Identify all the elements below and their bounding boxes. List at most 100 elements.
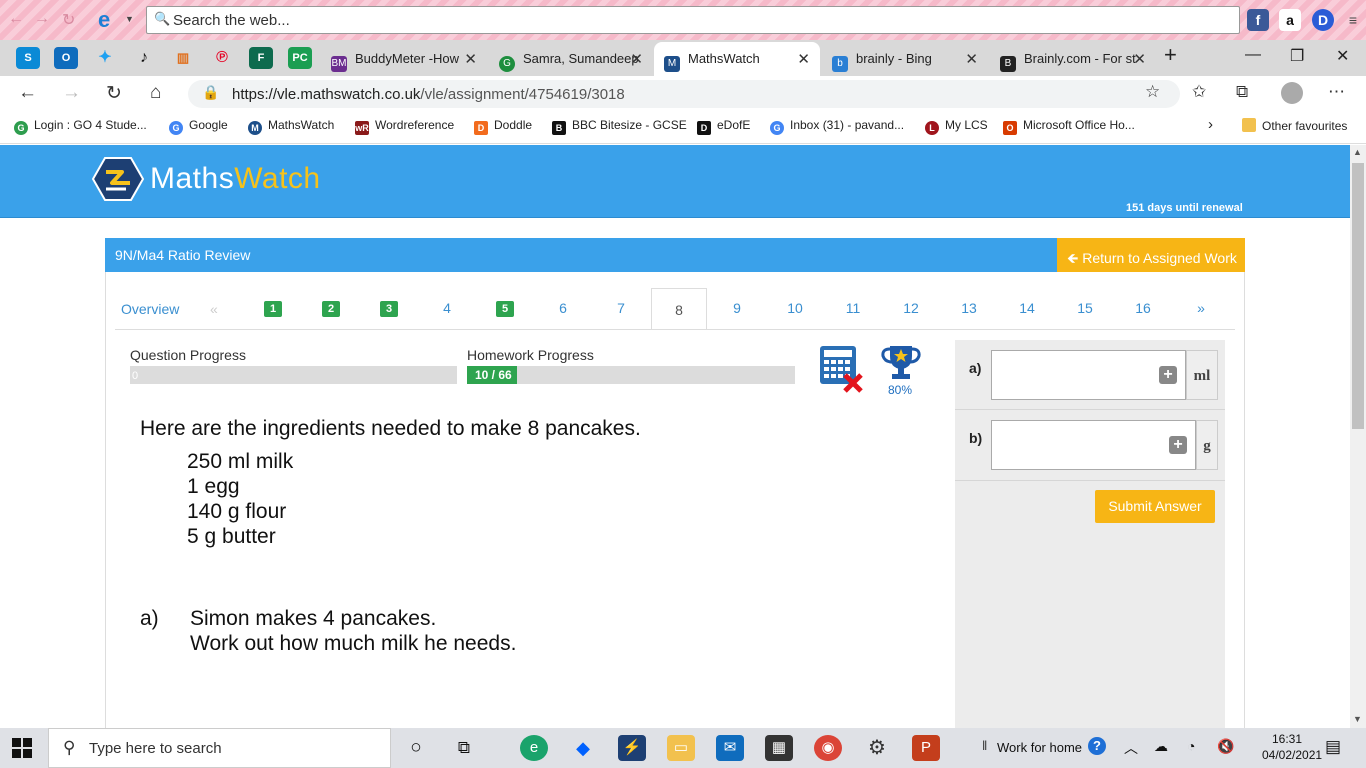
web-search-input[interactable]: 🔍 Search the web... <box>146 6 1240 34</box>
fav-google[interactable]: G Google <box>169 118 228 135</box>
pinned-chart-icon[interactable]: ▥ <box>171 47 195 69</box>
close-icon[interactable]: ✕ <box>1133 50 1146 68</box>
fav-doddle[interactable]: D Doddle <box>474 118 532 135</box>
question-link-8-active[interactable]: 8 <box>651 288 707 330</box>
question-link-11[interactable]: 11 <box>833 300 873 316</box>
question-link-4[interactable]: 4 <box>427 300 467 316</box>
close-icon[interactable]: ✕ <box>965 50 978 68</box>
taskbar-clock[interactable]: 16:31 04/02/2021 <box>1262 731 1322 763</box>
scrollbar-thumb[interactable] <box>1352 163 1364 429</box>
dropbox-icon[interactable]: ◆ <box>569 735 597 761</box>
more-icon[interactable]: ⋯ <box>1328 82 1345 102</box>
other-favourites[interactable]: Other favourites <box>1242 118 1347 133</box>
home-icon[interactable]: ⌂ <box>150 82 161 104</box>
refresh-icon[interactable]: ↻ <box>62 10 75 30</box>
wifi-icon[interactable]: ◔ <box>1187 738 1195 754</box>
tab-buddymeter[interactable]: BM BuddyMeter -How ✕ <box>321 42 487 76</box>
chevron-down-icon[interactable]: ▼ <box>125 14 134 24</box>
question-link-2[interactable]: 2 <box>322 301 340 317</box>
onedrive-icon[interactable]: ☁ <box>1154 738 1168 755</box>
file-explorer-icon[interactable]: ▭ <box>667 735 695 761</box>
fav-edofe[interactable]: DeDofE <box>697 118 750 135</box>
pinned-tiktok-icon[interactable]: ♪ <box>132 47 156 69</box>
question-link-6[interactable]: 6 <box>543 300 583 316</box>
minimize-icon[interactable]: — <box>1245 46 1261 64</box>
profile-d-icon[interactable]: D <box>1312 9 1334 31</box>
plus-icon[interactable]: + <box>1159 366 1177 384</box>
answer-b-input[interactable] <box>991 420 1196 470</box>
scroll-up-icon[interactable]: ▲ <box>1353 147 1362 157</box>
question-link-3[interactable]: 3 <box>380 301 398 317</box>
site-logo-text[interactable]: MathsWatch <box>150 162 321 196</box>
close-icon[interactable]: ✕ <box>464 50 477 68</box>
submit-answer-button[interactable]: Submit Answer <box>1095 490 1215 523</box>
back-icon[interactable]: ← <box>8 10 24 28</box>
fav-my-lcs[interactable]: L My LCS <box>925 118 988 135</box>
profile-avatar[interactable] <box>1281 82 1303 104</box>
fav-go4students[interactable]: G Login : GO 4 Stude... <box>14 118 147 135</box>
chrome-icon[interactable]: ◉ <box>814 735 842 761</box>
plus-icon[interactable]: + <box>1169 436 1187 454</box>
taskbar-search-input[interactable]: ⚲ Type here to search <box>48 728 391 768</box>
window-close-icon[interactable]: ✕ <box>1336 46 1349 66</box>
new-tab-icon[interactable]: + <box>1164 42 1177 68</box>
volume-muted-icon[interactable]: 🔇 <box>1217 738 1234 755</box>
question-link-9[interactable]: 9 <box>717 300 757 316</box>
question-link-7[interactable]: 7 <box>601 300 641 316</box>
ie-logo-icon[interactable]: e <box>98 7 110 33</box>
help-icon[interactable]: ? <box>1088 737 1106 755</box>
reload-icon[interactable]: ↻ <box>106 82 122 105</box>
scroll-down-icon[interactable]: ▼ <box>1353 714 1362 724</box>
forward-arrow-icon[interactable]: → <box>62 82 81 104</box>
powerpoint-icon[interactable]: P <box>912 735 940 761</box>
pinned-skype-icon[interactable]: S <box>16 47 40 69</box>
back-arrow-icon[interactable]: ← <box>18 82 37 104</box>
fav-inbox[interactable]: G Inbox (31) - pavand... <box>770 118 904 135</box>
favourites-icon[interactable]: ✩ <box>1192 82 1206 102</box>
mathswatch-app-icon[interactable]: ⚡ <box>618 735 646 761</box>
tab-google-classroom[interactable]: G Samra, Sumandeep ✕ <box>489 42 653 76</box>
answer-a-input[interactable] <box>991 350 1186 400</box>
mathswatch-logo-icon[interactable] <box>92 156 144 202</box>
question-link-1[interactable]: 1 <box>264 301 282 317</box>
collections-icon[interactable]: ⧉ <box>1236 82 1248 102</box>
next-questions-button[interactable]: » <box>1181 300 1221 316</box>
task-view-icon[interactable]: ⧉ <box>450 735 478 761</box>
forward-icon[interactable]: → <box>34 10 50 28</box>
question-link-14[interactable]: 14 <box>1007 300 1047 316</box>
question-link-10[interactable]: 10 <box>775 300 815 316</box>
menu-icon[interactable]: ≡ <box>1342 9 1364 31</box>
close-icon[interactable]: ✕ <box>797 50 810 68</box>
chevron-up-icon[interactable]: ︿ <box>1124 738 1138 758</box>
tab-bing[interactable]: b brainly - Bing ✕ <box>822 42 988 76</box>
windows-start-icon[interactable] <box>12 738 32 758</box>
question-link-13[interactable]: 13 <box>949 300 989 316</box>
pinned-twitter-icon[interactable]: ✦ <box>93 47 117 69</box>
pinned-pinterest-icon[interactable]: ℗ <box>210 47 234 69</box>
fav-bbc-bitesize[interactable]: B BBC Bitesize - GCSE <box>552 118 687 135</box>
close-icon[interactable]: ✕ <box>630 50 643 68</box>
facebook-icon[interactable]: f <box>1247 9 1269 31</box>
restore-icon[interactable]: ❐ <box>1290 46 1304 66</box>
pinned-outlook-icon[interactable]: O <box>54 47 78 69</box>
cortana-icon[interactable]: ○ <box>402 735 430 761</box>
notifications-icon[interactable]: ▤ <box>1325 737 1341 757</box>
mail-icon[interactable]: ✉ <box>716 735 744 761</box>
fav-microsoft-office[interactable]: O Microsoft Office Ho... <box>1003 118 1135 135</box>
chevron-right-icon[interactable]: › <box>1208 116 1213 133</box>
edge-icon[interactable]: e <box>520 735 548 761</box>
pinned-forms-icon[interactable]: F <box>249 47 273 69</box>
return-to-assigned-work-button[interactable]: 🡸 Return to Assigned Work <box>1057 238 1245 272</box>
fav-wordreference[interactable]: wR Wordreference <box>355 118 454 135</box>
url-field[interactable]: 🔒 https://vle.mathswatch.co.uk/vle/assig… <box>188 80 1180 108</box>
tab-brainly[interactable]: B Brainly.com - For st ✕ <box>990 42 1156 76</box>
question-link-16[interactable]: 16 <box>1123 300 1163 316</box>
settings-gear-icon[interactable]: ⚙ <box>863 735 891 761</box>
fav-mathswatch[interactable]: M MathsWatch <box>248 118 334 135</box>
question-link-5[interactable]: 5 <box>496 301 514 317</box>
add-favourite-icon[interactable]: ☆ <box>1145 82 1160 102</box>
pinned-pc-icon[interactable]: PC <box>288 47 312 69</box>
question-link-15[interactable]: 15 <box>1065 300 1105 316</box>
tab-mathswatch[interactable]: M MathsWatch ✕ <box>654 42 820 76</box>
work-for-home-toolbar[interactable]: Work for home <box>997 740 1082 755</box>
